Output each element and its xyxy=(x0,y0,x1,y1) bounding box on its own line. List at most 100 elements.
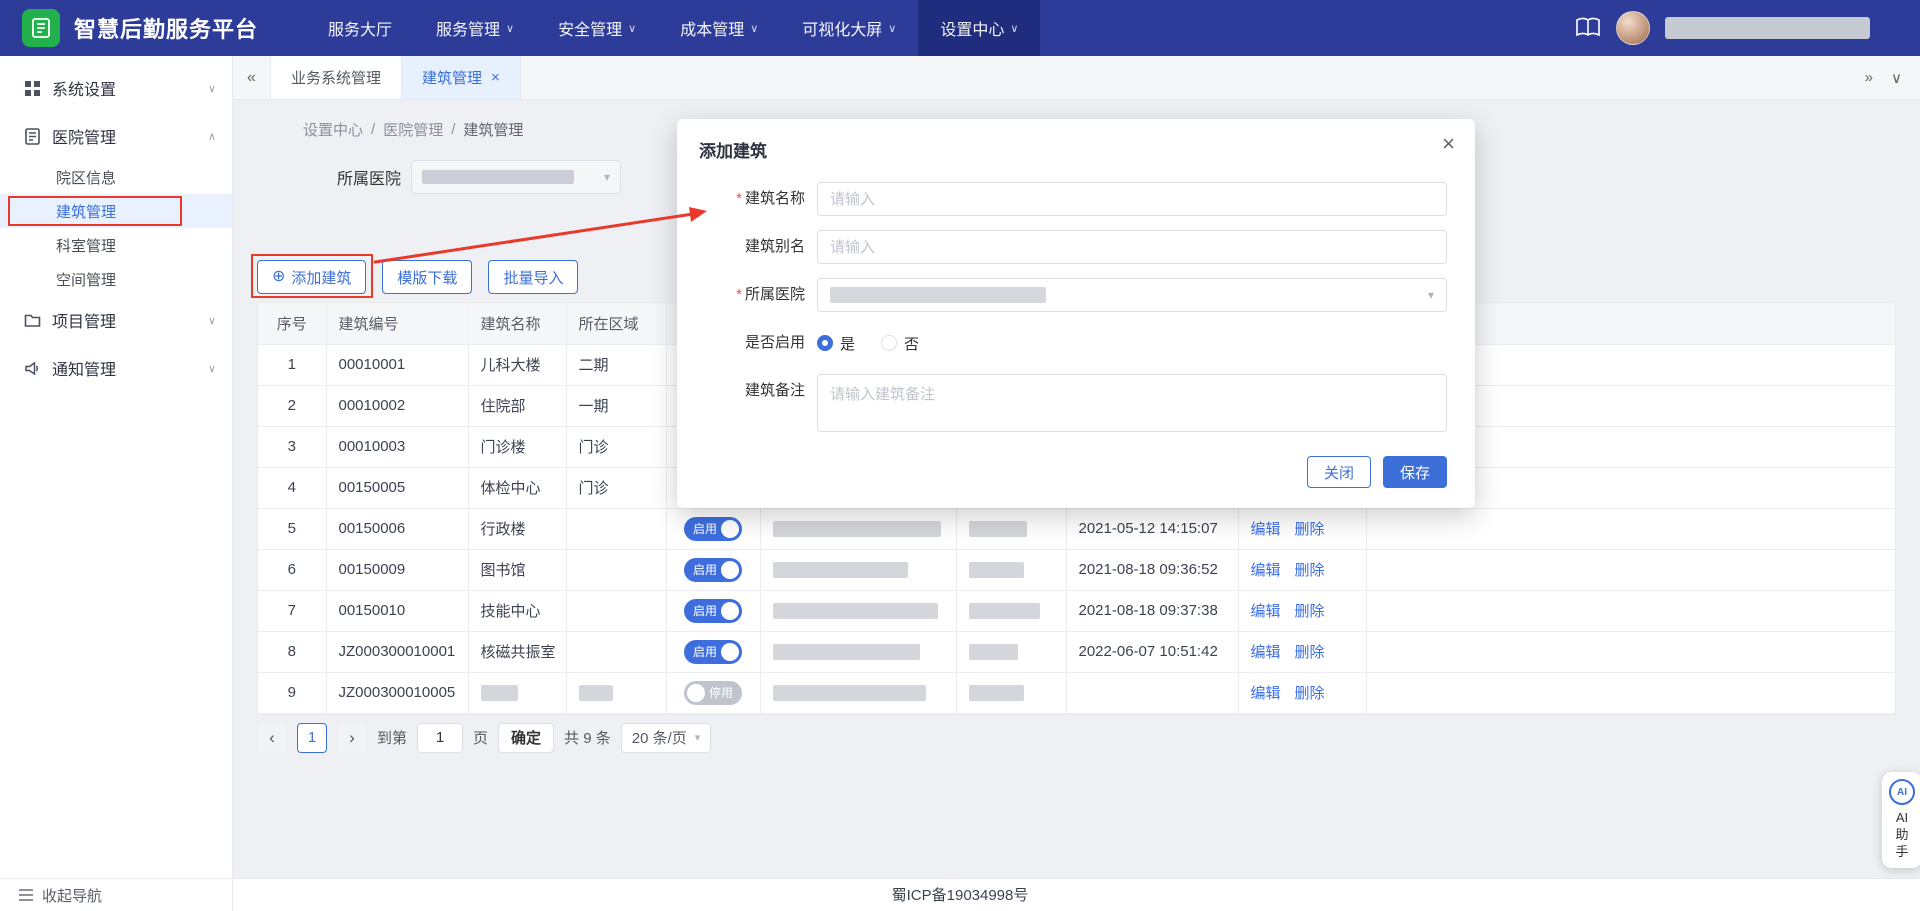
sidebar-item-campus-info[interactable]: 院区信息 xyxy=(0,160,232,194)
edit-link[interactable]: 编辑 xyxy=(1251,644,1281,661)
goto-confirm-button[interactable]: 确定 xyxy=(498,723,554,753)
hospital-select[interactable]: ▾ xyxy=(817,278,1447,312)
chevron-down-icon: ∨ xyxy=(208,82,216,95)
goto-prefix-label: 到第 xyxy=(377,727,407,748)
scroll-left-glyph: « xyxy=(247,69,256,87)
form-row-remark: 建筑备注 xyxy=(677,374,1447,432)
remark-textarea[interactable] xyxy=(817,374,1447,432)
tab-list-chevron-icon[interactable]: ∨ xyxy=(1891,69,1902,87)
redacted-cell-block xyxy=(969,685,1024,701)
tab-bar-controls: » ∨ xyxy=(1847,56,1920,99)
tab-close-icon[interactable]: × xyxy=(491,69,500,86)
sidebar-item-notice-mgmt[interactable]: 通知管理 ∨ xyxy=(0,344,232,392)
nav-service-hall[interactable]: 服务大厅 xyxy=(306,0,414,56)
nav-label: 安全管理 xyxy=(558,16,622,40)
page-footer: 蜀ICP备19034998号 xyxy=(0,878,1920,911)
sidebar-item-hospital-mgmt[interactable]: 医院管理 ∧ xyxy=(0,112,232,160)
remark-label: 建筑备注 xyxy=(677,374,817,408)
status-toggle-on[interactable]: 启用 xyxy=(684,517,742,541)
tab-scroll-right-icon[interactable]: » xyxy=(1865,69,1873,86)
edit-link[interactable]: 编辑 xyxy=(1251,562,1281,579)
ai-assistant-button[interactable]: AI AI 助 手 xyxy=(1882,772,1920,868)
radio-no[interactable]: 否 xyxy=(881,333,919,354)
hospital-filter-select[interactable]: ▾ xyxy=(411,160,621,194)
redacted-value-block xyxy=(830,287,1046,303)
status-toggle-on[interactable]: 启用 xyxy=(684,558,742,582)
form-row-building-alias: 建筑别名 xyxy=(677,230,1447,264)
app-title: 智慧后勤服务平台 xyxy=(74,12,258,44)
breadcrumb-item[interactable]: 医院管理 xyxy=(383,119,443,140)
page-number-button[interactable]: 1 xyxy=(297,723,327,753)
add-building-button[interactable]: ⊕ 添加建筑 xyxy=(257,260,366,294)
radio-yes[interactable]: 是 xyxy=(817,333,855,354)
batch-import-label: 批量导入 xyxy=(503,267,563,288)
modal-title: 添加建筑 xyxy=(677,119,1475,162)
edit-link[interactable]: 编辑 xyxy=(1251,603,1281,620)
radio-label: 否 xyxy=(904,333,919,354)
sidebar-item-department-mgmt[interactable]: 科室管理 xyxy=(0,228,232,262)
modal-save-button[interactable]: 保存 xyxy=(1383,456,1447,488)
delete-link[interactable]: 删除 xyxy=(1295,521,1325,538)
tab-scroll-left-icon[interactable]: « xyxy=(233,56,271,99)
sidebar-group-label: 系统设置 xyxy=(52,76,208,100)
sidebar-child-label: 科室管理 xyxy=(56,235,116,256)
nav-service-mgmt[interactable]: 服务管理∨ xyxy=(414,0,536,56)
building-alias-input[interactable] xyxy=(817,230,1447,264)
prev-page-button[interactable]: ‹ xyxy=(257,723,287,753)
status-toggle-on[interactable]: 启用 xyxy=(684,599,742,623)
hospital-icon xyxy=(22,126,42,146)
tab-building-mgmt[interactable]: 建筑管理 × xyxy=(402,56,521,99)
modal-close-button[interactable]: 关闭 xyxy=(1307,456,1371,488)
page-size-select[interactable]: 20 条/页 ▾ xyxy=(621,723,712,753)
goto-suffix-label: 页 xyxy=(473,727,488,748)
next-page-button[interactable]: › xyxy=(337,723,367,753)
edit-link[interactable]: 编辑 xyxy=(1251,685,1281,702)
building-name-label: *建筑名称 xyxy=(677,182,817,216)
nav-settings-center[interactable]: 设置中心∨ xyxy=(918,0,1040,56)
sidebar-item-building-mgmt[interactable]: 建筑管理 xyxy=(0,194,232,228)
template-download-button[interactable]: 模版下载 xyxy=(382,260,472,294)
goto-page-input[interactable] xyxy=(417,723,463,753)
tab-label: 业务系统管理 xyxy=(291,67,381,88)
table-row: 8 JZ000300010001 核磁共振室 启用 2022-06-07 10:… xyxy=(258,631,1895,672)
delete-link[interactable]: 删除 xyxy=(1295,562,1325,579)
col-header-area: 所在区域 xyxy=(566,303,666,344)
tab-business-system-mgmt[interactable]: 业务系统管理 xyxy=(271,56,402,99)
toggle-knob xyxy=(721,602,739,620)
delete-link[interactable]: 删除 xyxy=(1295,685,1325,702)
table-row: 5 00150006 行政楼 启用 2021-05-12 14:15:07 编辑… xyxy=(258,508,1895,549)
nav-visual-screen[interactable]: 可视化大屏∨ xyxy=(780,0,918,56)
toggle-knob xyxy=(721,561,739,579)
delete-link[interactable]: 删除 xyxy=(1295,603,1325,620)
breadcrumb-item-current: 建筑管理 xyxy=(463,119,523,140)
batch-import-button[interactable]: 批量导入 xyxy=(488,260,578,294)
breadcrumb-item[interactable]: 设置中心 xyxy=(303,119,363,140)
header-right xyxy=(1575,11,1870,45)
delete-link[interactable]: 删除 xyxy=(1295,644,1325,661)
user-avatar[interactable] xyxy=(1616,11,1650,45)
sidebar-item-project-mgmt[interactable]: 项目管理 ∨ xyxy=(0,296,232,344)
edit-link[interactable]: 编辑 xyxy=(1251,521,1281,538)
nav-label: 成本管理 xyxy=(680,16,744,40)
sidebar-group-label: 项目管理 xyxy=(52,308,208,332)
sidebar-children: 院区信息 建筑管理 科室管理 空间管理 xyxy=(0,160,232,296)
docs-book-icon[interactable] xyxy=(1575,17,1601,39)
username-redacted-block xyxy=(1665,17,1870,39)
status-toggle-on[interactable]: 启用 xyxy=(684,640,742,664)
building-name-input[interactable] xyxy=(817,182,1447,216)
nav-cost-mgmt[interactable]: 成本管理∨ xyxy=(658,0,780,56)
required-asterisk: * xyxy=(736,190,742,207)
enabled-radio-group: 是 否 xyxy=(817,326,919,360)
sidebar-item-space-mgmt[interactable]: 空间管理 xyxy=(0,262,232,296)
nav-security-mgmt[interactable]: 安全管理∨ xyxy=(536,0,658,56)
sidebar-group-label: 通知管理 xyxy=(52,356,208,380)
ai-assistant-label: 助 xyxy=(1882,826,1920,843)
status-toggle-off[interactable]: 停用 xyxy=(684,681,742,705)
caret-down-icon: ▾ xyxy=(695,731,701,744)
ai-assistant-label: 手 xyxy=(1882,843,1920,860)
toggle-label: 启用 xyxy=(693,520,717,537)
ai-assistant-label: AI xyxy=(1882,809,1920,826)
modal-close-icon[interactable]: × xyxy=(1442,133,1455,155)
collapse-nav-button[interactable]: 收起导航 xyxy=(0,878,232,911)
sidebar-item-system-settings[interactable]: 系统设置 ∨ xyxy=(0,64,232,112)
